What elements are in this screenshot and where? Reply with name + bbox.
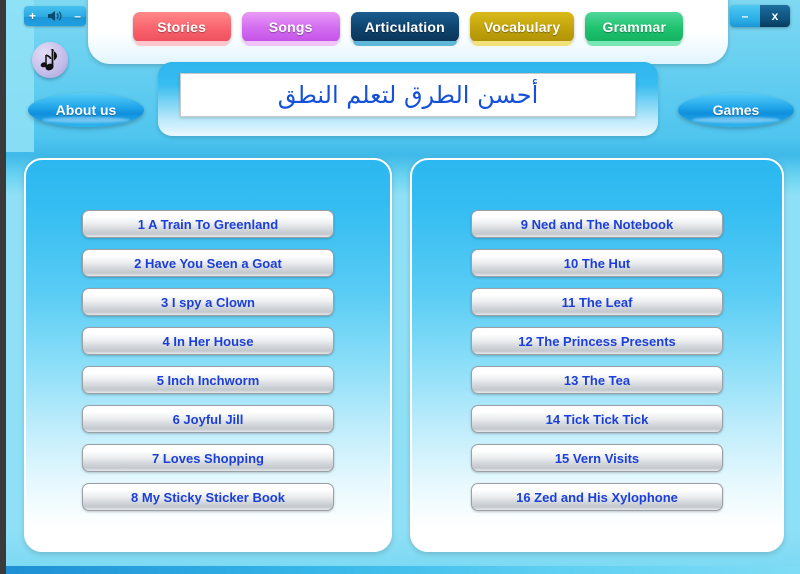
games-label: Games	[712, 102, 760, 118]
close-button[interactable]: x	[760, 5, 790, 27]
tab-stories-label: Stories	[157, 19, 207, 35]
speaker-icon[interactable]	[47, 9, 63, 23]
list-item[interactable]: 14 Tick Tick Tick	[471, 405, 723, 433]
volume-control[interactable]: + –	[24, 6, 86, 26]
list-item[interactable]: 6 Joyful Jill	[82, 405, 334, 433]
window-body: + – – x Stories Songs Articulation Vocab…	[6, 0, 800, 574]
list-item[interactable]: 13 The Tea	[471, 366, 723, 394]
tab-articulation-label: Articulation	[364, 19, 445, 35]
about-us-button[interactable]: About us	[28, 93, 144, 127]
list-item[interactable]: 1 A Train To Greenland	[82, 210, 334, 238]
list-item[interactable]: 8 My Sticky Sticker Book	[82, 483, 334, 511]
left-item-list: 1 A Train To Greenland 2 Have You Seen a…	[26, 210, 390, 511]
list-item[interactable]: 16 Zed and His Xylophone	[471, 483, 723, 511]
tab-stories[interactable]: Stories	[132, 12, 231, 46]
right-panel: 9 Ned and The Notebook 10 The Hut 11 The…	[410, 158, 784, 552]
tab-vocabulary-label: Vocabulary	[483, 19, 561, 35]
title-box: أحسن الطرق لتعلم النطق	[180, 73, 636, 117]
tab-articulation[interactable]: Articulation	[350, 12, 459, 46]
volume-decrease-button[interactable]: –	[74, 10, 81, 22]
list-item[interactable]: 4 In Her House	[82, 327, 334, 355]
title-panel: أحسن الطرق لتعلم النطق	[158, 62, 658, 136]
music-note-button[interactable]	[32, 42, 68, 78]
list-item[interactable]: 10 The Hut	[471, 249, 723, 277]
list-item[interactable]: 5 Inch Inchworm	[82, 366, 334, 394]
tab-songs-label: Songs	[268, 19, 313, 35]
tab-songs[interactable]: Songs	[241, 12, 340, 46]
bottom-bar	[6, 566, 800, 574]
list-item[interactable]: 3 I spy a Clown	[82, 288, 334, 316]
list-item[interactable]: 2 Have You Seen a Goat	[82, 249, 334, 277]
right-item-list: 9 Ned and The Notebook 10 The Hut 11 The…	[412, 210, 782, 511]
games-button[interactable]: Games	[678, 93, 794, 127]
page-title: أحسن الطرق لتعلم النطق	[277, 81, 539, 109]
list-item[interactable]: 11 The Leaf	[471, 288, 723, 316]
music-note-icon	[39, 47, 61, 73]
tab-list: Stories Songs Articulation Vocabulary Gr…	[88, 12, 728, 46]
tab-vocabulary[interactable]: Vocabulary	[469, 12, 575, 46]
list-item[interactable]: 7 Loves Shopping	[82, 444, 334, 472]
list-item[interactable]: 15 Vern Visits	[471, 444, 723, 472]
list-item[interactable]: 12 The Princess Presents	[471, 327, 723, 355]
tab-grammar[interactable]: Grammar	[585, 12, 684, 46]
app-window: + – – x Stories Songs Articulation Vocab…	[0, 0, 800, 574]
volume-increase-button[interactable]: +	[29, 10, 36, 22]
window-controls: – x	[730, 5, 790, 27]
minimize-button[interactable]: –	[730, 5, 760, 27]
list-item[interactable]: 9 Ned and The Notebook	[471, 210, 723, 238]
tab-grammar-label: Grammar	[602, 19, 667, 35]
left-panel: 1 A Train To Greenland 2 Have You Seen a…	[24, 158, 392, 552]
tab-bar: Stories Songs Articulation Vocabulary Gr…	[88, 0, 728, 64]
about-us-label: About us	[55, 102, 117, 118]
